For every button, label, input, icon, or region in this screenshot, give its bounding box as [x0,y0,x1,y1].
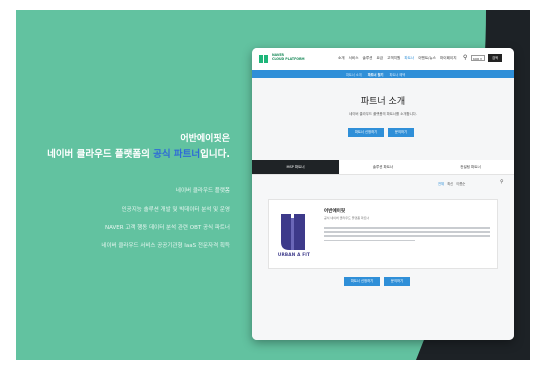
hero-bullet: 네이버 클라우드 서비스 공공기관형 IaaS 전문자격 획득 [101,243,230,249]
page-subtitle: 네이버 클라우드 플랫폼의 파트너를 소개합니다. [349,112,417,116]
tab-msp[interactable]: MSP 파트너 [252,160,339,174]
browser-window-mockup: NAVER CLOUD PLATFORM 소개 서비스 솔루션 요금 고객지원 … [252,48,514,340]
nav-item[interactable]: 마이페이지 [440,56,457,61]
partner-tabs: MSP 파트너 솔루션 파트너 컨설팅 파트너 [252,160,514,175]
filter-option[interactable]: 이름순 [456,181,465,186]
list-search-icon[interactable]: ⚲ [500,179,504,185]
partner-apply-button-bottom[interactable]: 파트너 신청하기 [344,277,380,286]
site-header: NAVER CLOUD PLATFORM 소개 서비스 솔루션 요금 고객지원 … [252,48,514,71]
sub-nav: 파트너 소개 파트너 찾기 파트너 혜택 [252,70,514,78]
nav-item-active[interactable]: 파트너 [404,56,414,61]
filter-option[interactable]: 전체 [438,181,444,186]
partner-apply-button[interactable]: 파트너 신청하기 [348,128,384,137]
hero-banner: 어반에이핏은 네이버 클라우드 플랫폼의 공식 파트너입니다. 네이버 클라우드… [16,10,530,360]
nav-item[interactable]: 서비스 [349,56,359,61]
hero-title-line1: 어반에이핏은 [180,134,230,144]
intro-section: 파트너 소개 네이버 클라우드 플랫폼의 파트너를 소개합니다. 파트너 신청하… [252,78,514,160]
nav-item[interactable]: 솔루션 [363,56,373,61]
nav-item[interactable]: 고객지원 [387,56,400,61]
naver-cloud-logo-icon[interactable] [259,54,269,64]
hero-title-pre: 네이버 클라우드 플랫폼의 [47,149,154,160]
partner-list-section: 전체 최신 이름순 ⚲ URBAN A FIT 어반에이핏 공식 네이버 클라우… [252,175,514,340]
hero-bullet: 네이버 클라우드 플랫폼 [175,188,230,194]
urban-a-fit-logo-icon [281,214,305,250]
tab-solution[interactable]: 솔루션 파트너 [339,160,427,174]
nav-item[interactable]: 소개 [338,56,345,61]
partner-name: 어반에이핏 [324,209,346,214]
hero-bullet: 인공지능 솔루션 개발 및 빅데이터 분석 및 운영 [121,207,230,213]
hero-title-highlight: 공식 파트너 [153,149,201,160]
partner-logo-text: URBAN A FIT [277,252,311,257]
hero-bullet: NAVER 고객 행동 데이터 분석 관련 OBT 공식 파트너 [105,225,230,231]
header-action-button[interactable]: 검색 [488,54,502,62]
hero-title-line2: 네이버 클라우드 플랫폼의 공식 파트너입니다. [16,146,230,160]
search-icon[interactable]: ⚲ [463,54,467,61]
nav-item[interactable]: 요금 [376,56,383,61]
language-select[interactable]: KOR ▾ [471,55,485,61]
subnav-item[interactable]: 파트너 소개 [346,72,362,77]
subnav-item[interactable]: 파트너 혜택 [389,72,405,77]
main-nav: 소개 서비스 솔루션 요금 고객지원 파트너 이벤트/뉴스 마이페이지 [338,56,457,61]
tab-consulting[interactable]: 컨설팅 파트너 [427,160,514,174]
sort-filter: 전체 최신 이름순 [438,181,465,186]
partner-description [324,227,490,244]
partner-subtitle: 공식 네이버 클라우드 플랫폼 파트너 [324,216,370,220]
hero-title-post: 입니다. [200,149,230,160]
inquiry-button-bottom[interactable]: 문의하기 [384,277,410,286]
subnav-item-active[interactable]: 파트너 찾기 [368,72,384,77]
nav-item[interactable]: 이벤트/뉴스 [418,56,436,61]
partner-card[interactable]: URBAN A FIT 어반에이핏 공식 네이버 클라우드 플랫폼 파트너 [268,199,498,269]
inquiry-button[interactable]: 문의하기 [388,128,414,137]
filter-option[interactable]: 최신 [447,181,453,186]
page-title: 파트너 소개 [360,97,406,107]
logo-text: NAVER CLOUD PLATFORM [272,53,305,61]
